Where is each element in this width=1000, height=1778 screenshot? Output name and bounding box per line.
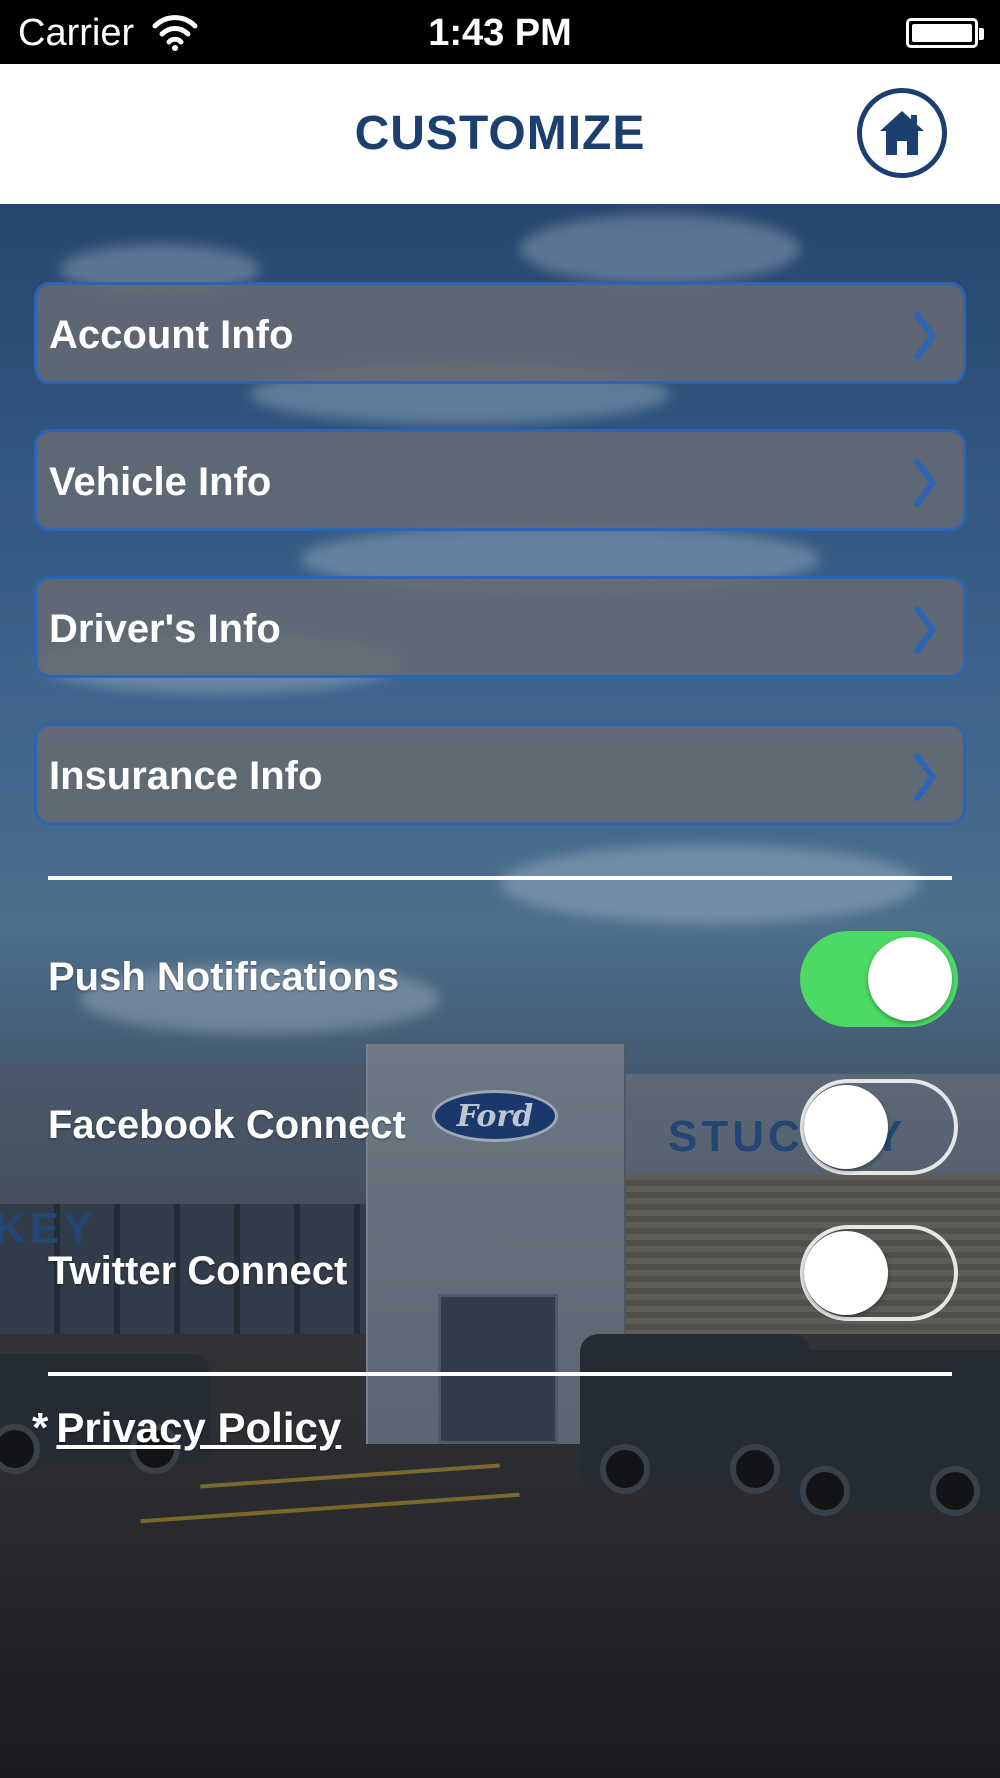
page-title: CUSTOMIZE: [354, 107, 646, 160]
facebook-connect-toggle[interactable]: [800, 1079, 958, 1175]
navigation-bar: CUSTOMIZE: [0, 64, 1000, 204]
menu-item-vehicle-info[interactable]: Vehicle Info: [34, 429, 966, 531]
menu-item-label: Driver's Info: [49, 607, 281, 651]
menu-item-insurance-info[interactable]: Insurance Info: [34, 723, 966, 825]
facebook-connect-label: Facebook Connect: [48, 1103, 406, 1147]
facebook-connect-row: Facebook Connect: [48, 1079, 958, 1175]
section-divider: [48, 876, 952, 880]
footer-divider: [48, 1372, 952, 1376]
chevron-right-icon: [914, 753, 936, 801]
push-notifications-label: Push Notifications: [48, 955, 400, 999]
push-notifications-toggle[interactable]: [800, 931, 958, 1027]
status-bar: Carrier 1:43 PM: [0, 0, 1000, 64]
privacy-policy-link[interactable]: Privacy Policy: [56, 1404, 341, 1451]
menu-item-label: Account Info: [49, 313, 294, 357]
battery-icon: [906, 18, 984, 48]
home-button[interactable]: [857, 88, 947, 178]
chevron-right-icon: [914, 312, 936, 360]
menu-item-label: Insurance Info: [49, 754, 323, 798]
menu-item-drivers-info[interactable]: Driver's Info: [34, 576, 966, 678]
menu-item-account-info[interactable]: Account Info: [34, 282, 966, 384]
menu-item-label: Vehicle Info: [49, 460, 272, 504]
chevron-right-icon: [914, 606, 936, 654]
asterisk: *: [32, 1404, 49, 1451]
clock: 1:43 PM: [428, 12, 572, 54]
chevron-right-icon: [914, 459, 936, 507]
twitter-connect-label: Twitter Connect: [48, 1249, 348, 1293]
privacy-footer: * Privacy Policy: [32, 1404, 341, 1452]
twitter-connect-row: Twitter Connect: [48, 1225, 958, 1321]
push-notifications-row: Push Notifications: [48, 931, 958, 1027]
twitter-connect-toggle[interactable]: [800, 1225, 958, 1321]
home-icon: [880, 111, 924, 155]
